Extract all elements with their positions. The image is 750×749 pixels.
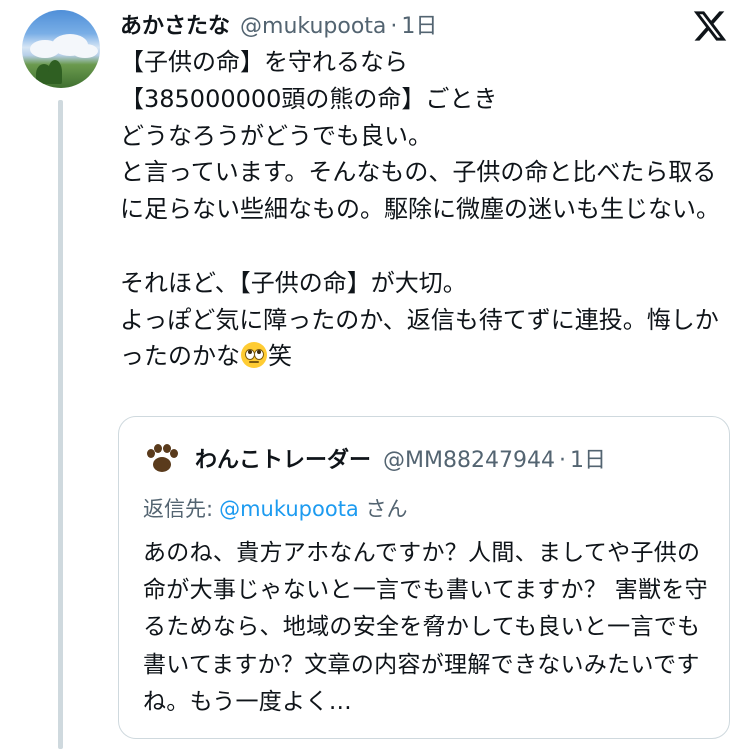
quoted-display-name: わんこトレーダー [195, 448, 372, 473]
avatar[interactable] [22, 10, 100, 88]
replying-mention-link[interactable]: @mukupoota [219, 497, 359, 521]
emoji-eye [254, 349, 264, 361]
replying-label: 返信先: [143, 497, 214, 521]
tweet-header: あかさたな @mukupoota · 1日 [120, 8, 437, 40]
user-handle[interactable]: @mukupoota [240, 14, 386, 39]
paw-main-pad [153, 457, 171, 472]
quoted-user-handle: @MM88247944 [383, 448, 555, 473]
tweet-text-body: 【子供の命】を守れるなら 【385000000頭の熊の命】ごとき どうなろうがど… [120, 48, 720, 371]
emoji-mouth [249, 361, 259, 364]
paw-icon [141, 439, 183, 481]
replying-suffix: さん [365, 497, 408, 521]
quoted-tweet-text: あのね、貴方アホなんですか？人間、ましてや子供の命が大事じゃないと一言でも書いて… [143, 540, 708, 715]
quoted-tweet-card[interactable]: わんこトレーダー @MM88247944 · 1日 返信先: @mukupoota… [118, 416, 730, 739]
tweet-text-tail: 笑 [268, 342, 292, 371]
quoted-timestamp: 1日 [569, 448, 606, 473]
separator-dot: · [558, 448, 566, 473]
replying-to: 返信先: @mukupoota さん [143, 493, 408, 523]
display-name[interactable]: あかさたな [120, 8, 230, 40]
tweet-text: 【子供の命】を守れるなら 【385000000頭の熊の命】ごとき どうなろうがど… [120, 44, 730, 375]
x-logo-icon[interactable] [692, 8, 728, 44]
quoted-tweet-header: わんこトレーダー @MM88247944 · 1日 [195, 442, 606, 474]
separator-dot: · [390, 14, 398, 39]
rolling-eyes-emoji-icon [241, 342, 267, 369]
avatar-tree [48, 60, 62, 84]
emoji-pupil [248, 350, 252, 355]
thread-line [58, 100, 63, 749]
timestamp[interactable]: 1日 [401, 8, 437, 40]
emoji-pupil [257, 350, 261, 355]
avatar-cloud [72, 44, 98, 58]
paw-toe [170, 449, 178, 458]
paw-toe [154, 444, 162, 453]
